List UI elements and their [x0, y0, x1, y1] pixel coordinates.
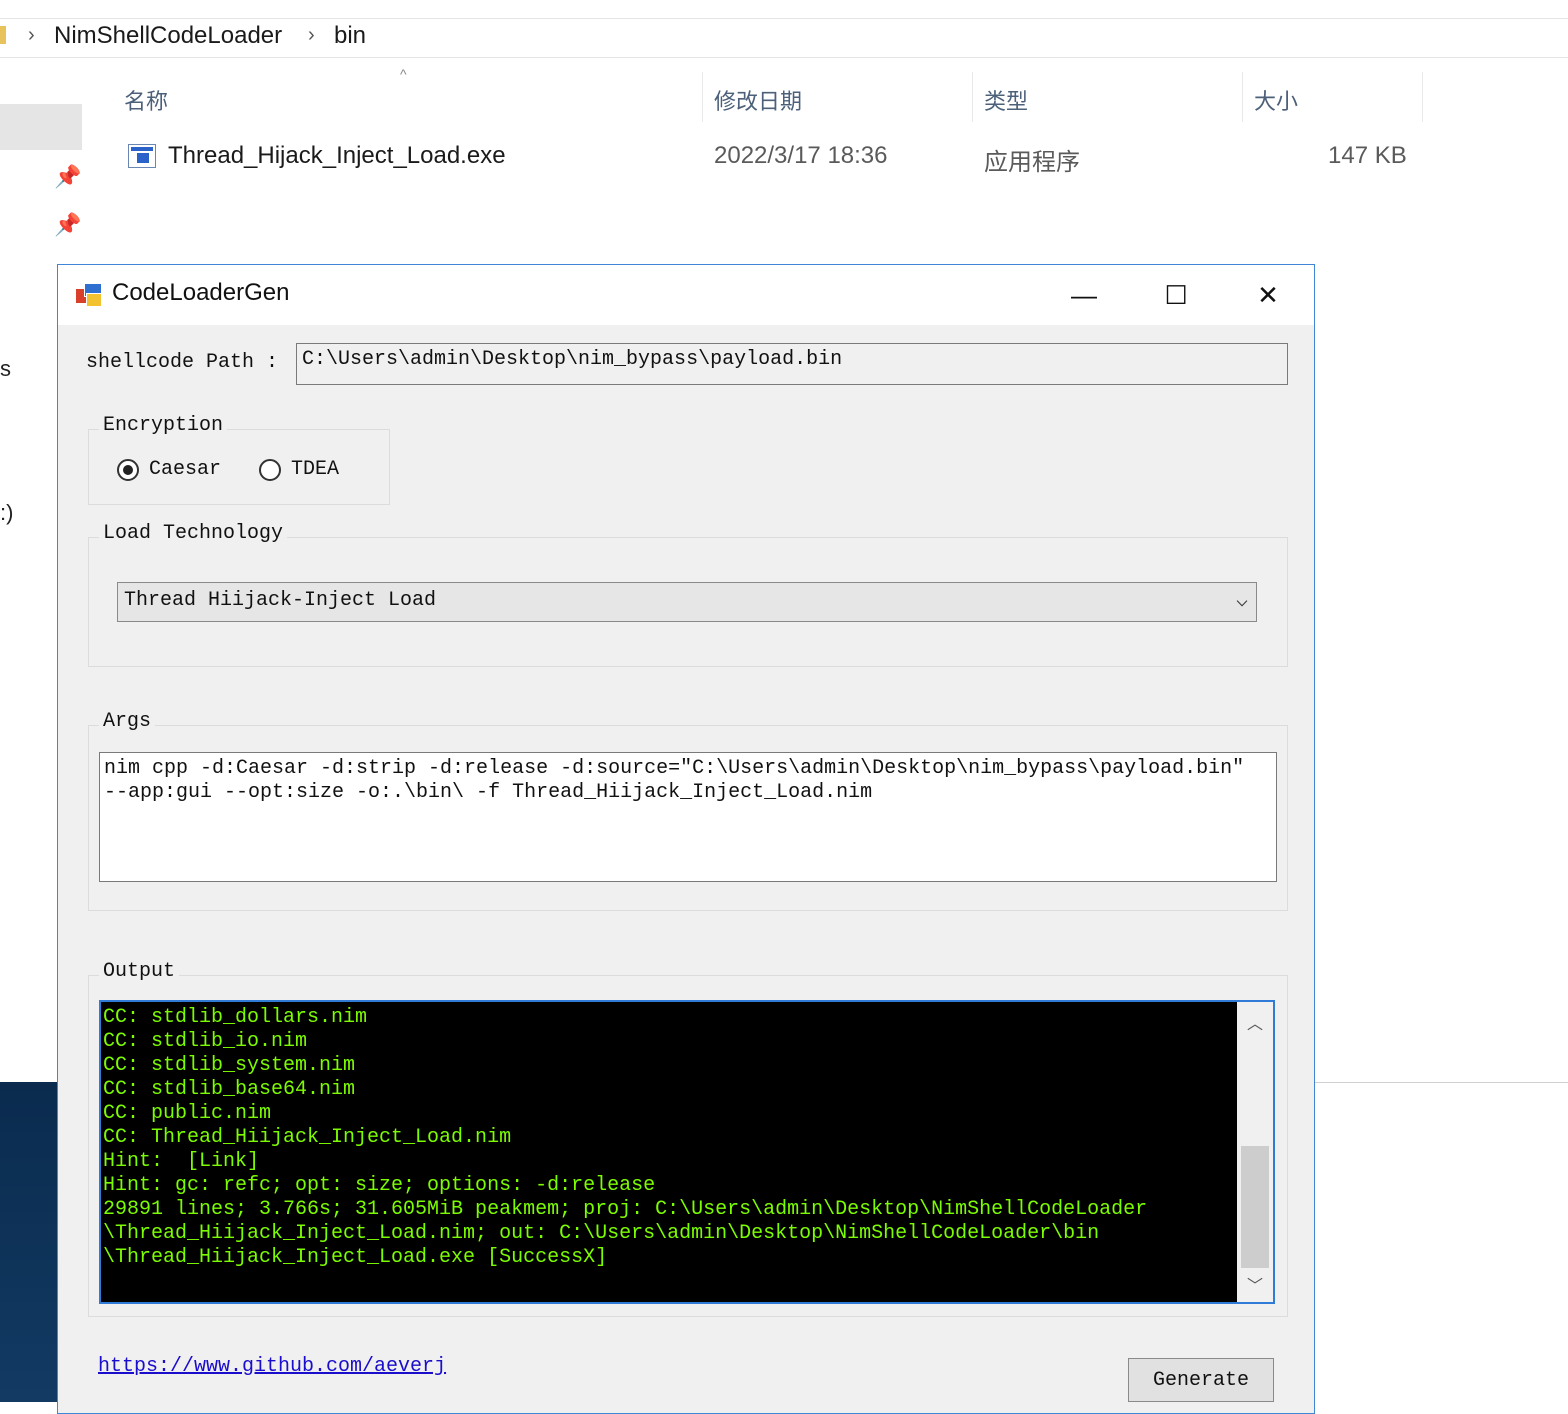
- column-header-type[interactable]: 类型: [984, 84, 1028, 116]
- load-technology-group-title: Load Technology: [99, 522, 288, 545]
- column-divider[interactable]: [1242, 72, 1243, 122]
- pin-icon[interactable]: 📌: [54, 212, 81, 238]
- file-type: 应用程序: [984, 149, 1080, 176]
- app-icon: [76, 283, 102, 307]
- radio-caesar[interactable]: Caesar: [117, 458, 221, 481]
- generate-button[interactable]: Generate: [1128, 1358, 1274, 1402]
- column-divider[interactable]: [972, 72, 973, 122]
- nav-item-fragment[interactable]: :): [0, 500, 13, 526]
- window-title: CodeLoaderGen: [112, 279, 290, 306]
- output-text: CC: stdlib_dollars.nim CC: stdlib_io.nim…: [103, 1006, 1148, 1269]
- output-group: Output CC: stdlib_dollars.nim CC: stdlib…: [88, 960, 1288, 1317]
- shellcode-path-input[interactable]: C:\Users\admin\Desktop\nim_bypass\payloa…: [296, 343, 1288, 385]
- breadcrumb-item-nimshellcodeloader[interactable]: NimShellCodeLoader: [54, 22, 282, 50]
- desktop-background: [0, 1082, 58, 1402]
- column-divider[interactable]: [1422, 72, 1423, 122]
- nav-selected-item[interactable]: [0, 104, 82, 150]
- codeloadergen-window: CodeLoaderGen — ☐ ✕ shellcode Path : C:\…: [57, 264, 1315, 1414]
- close-button[interactable]: ✕: [1222, 265, 1314, 325]
- minimize-button[interactable]: —: [1038, 265, 1130, 325]
- load-technology-selected: Thread Hiijack-Inject Load: [124, 589, 437, 612]
- file-name[interactable]: Thread_Hijack_Inject_Load.exe: [168, 142, 506, 170]
- maximize-button[interactable]: ☐: [1130, 265, 1222, 325]
- args-textarea[interactable]: nim cpp -d:Caesar -d:strip -d:release -d…: [99, 752, 1277, 882]
- args-group: Args nim cpp -d:Caesar -d:strip -d:relea…: [88, 710, 1288, 911]
- maximize-icon: ☐: [1164, 279, 1188, 310]
- scroll-up-icon[interactable]: ︿: [1237, 1010, 1273, 1034]
- folder-icon: [0, 26, 6, 44]
- load-technology-select[interactable]: Thread Hiijack-Inject Load ⌵: [117, 582, 1257, 622]
- file-size: 147 KB: [1328, 142, 1407, 169]
- file-date: 2022/3/17 18:36: [714, 142, 888, 169]
- encryption-group-title: Encryption: [99, 414, 228, 437]
- sort-ascending-icon: ^: [400, 66, 407, 82]
- output-scrollbar[interactable]: ︿ ﹀: [1237, 1002, 1273, 1302]
- github-link[interactable]: https://www.github.com/aeverj: [98, 1355, 446, 1378]
- breadcrumb-separator: ›: [28, 24, 35, 46]
- args-group-title: Args: [99, 710, 156, 733]
- breadcrumb-item-bin[interactable]: bin: [334, 22, 366, 50]
- radio-tdea[interactable]: TDEA: [259, 458, 339, 481]
- radio-tdea-label: TDEA: [291, 458, 340, 481]
- nav-item-fragment[interactable]: s: [0, 356, 11, 382]
- exe-file-icon: [128, 144, 156, 168]
- column-header-name[interactable]: 名称: [124, 84, 168, 116]
- title-bar[interactable]: CodeLoaderGen — ☐ ✕: [58, 265, 1314, 325]
- window-edge: [1314, 1082, 1568, 1083]
- radio-selected-icon: [117, 458, 139, 481]
- output-console[interactable]: CC: stdlib_dollars.nim CC: stdlib_io.nim…: [99, 1000, 1275, 1304]
- pin-icon[interactable]: 📌: [54, 164, 81, 190]
- minimize-icon: —: [1071, 279, 1097, 310]
- column-header-date[interactable]: 修改日期: [714, 84, 802, 116]
- output-group-title: Output: [99, 960, 180, 983]
- load-technology-group: Load Technology Thread Hiijack-Inject Lo…: [88, 522, 1288, 667]
- radio-caesar-label: Caesar: [149, 458, 222, 481]
- breadcrumb-separator: ›: [308, 24, 315, 46]
- chevron-down-icon: ⌵: [1235, 590, 1248, 613]
- scrollbar-thumb[interactable]: [1241, 1146, 1269, 1268]
- column-header-size[interactable]: 大小: [1254, 84, 1298, 116]
- close-icon: ✕: [1257, 279, 1279, 310]
- radio-unselected-icon: [259, 458, 281, 481]
- scroll-down-icon[interactable]: ﹀: [1237, 1272, 1273, 1296]
- shellcode-path-label: shellcode Path :: [86, 351, 279, 374]
- column-divider[interactable]: [702, 72, 703, 122]
- encryption-group: Encryption Caesar TDEA: [88, 414, 390, 505]
